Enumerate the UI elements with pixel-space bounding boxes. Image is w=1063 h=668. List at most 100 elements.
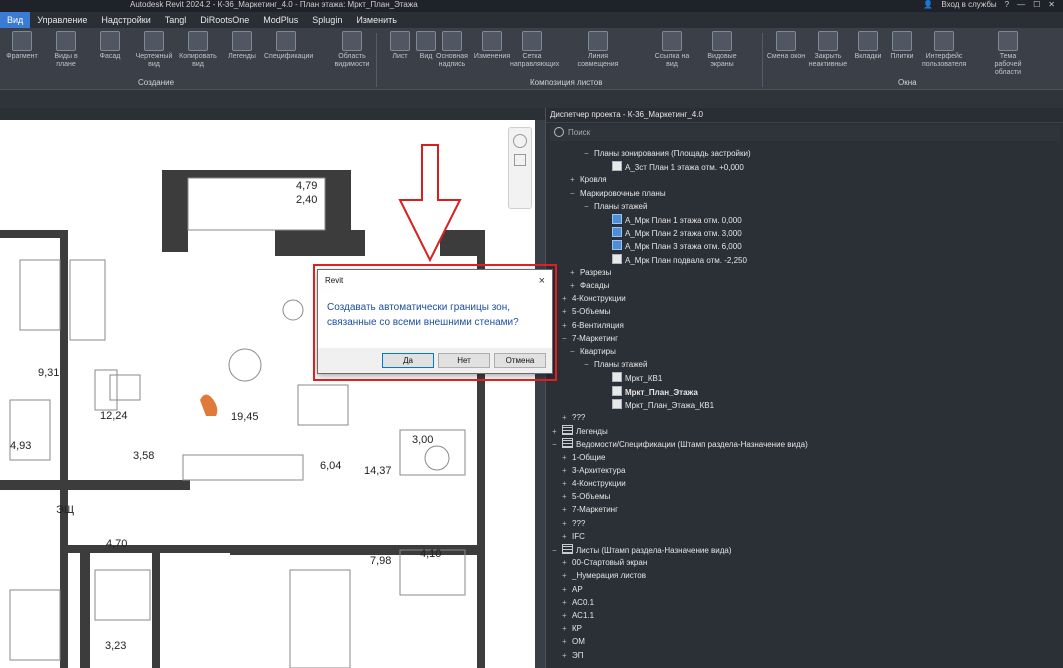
- tree-item[interactable]: −7-Маркетинг: [562, 333, 618, 345]
- collapse-icon[interactable]: −: [570, 188, 580, 199]
- tree-item[interactable]: + Легенды: [552, 425, 608, 437]
- expand-icon[interactable]: +: [562, 570, 572, 581]
- tree-item[interactable]: +3-Архитектура: [562, 465, 625, 477]
- ribbon-tool-15[interactable]: Видовые экраны: [700, 31, 744, 77]
- collapse-icon[interactable]: −: [552, 545, 562, 556]
- tree-item[interactable]: А_Мрк План 1 этажа отм. 0,000: [602, 214, 742, 226]
- expand-icon[interactable]: +: [562, 320, 572, 331]
- ribbon-tool-3[interactable]: Чертежный вид: [132, 31, 176, 77]
- tree-item[interactable]: + Кровля: [570, 174, 607, 186]
- tab-dirootsone[interactable]: DiRootsOne: [193, 12, 256, 28]
- signin-link[interactable]: Вход в службы: [941, 0, 996, 11]
- expand-icon[interactable]: +: [562, 452, 572, 463]
- ribbon-tool-10[interactable]: Основная надпись: [430, 31, 474, 77]
- tree-item[interactable]: Мркт_КВ1: [602, 372, 662, 384]
- tree-item[interactable]: + ОМ: [562, 636, 585, 648]
- tree-item[interactable]: А_3ст План 1 этажа отм. +0,000: [602, 161, 744, 173]
- expand-icon[interactable]: +: [562, 306, 572, 317]
- user-icon[interactable]: 👤: [923, 0, 933, 11]
- tree-item[interactable]: +4-Конструкции: [562, 293, 626, 305]
- tree-item[interactable]: + _Нумерация листов: [562, 570, 646, 582]
- expand-icon[interactable]: +: [562, 478, 572, 489]
- tree-item[interactable]: +6-Вентиляция: [562, 320, 624, 332]
- ribbon-tool-19[interactable]: Плитки: [880, 31, 924, 77]
- tab-modify[interactable]: Изменить: [349, 12, 404, 28]
- expand-icon[interactable]: +: [570, 174, 580, 185]
- expand-icon[interactable]: +: [562, 293, 572, 304]
- ribbon-tool-0[interactable]: Фрагмент: [0, 31, 44, 77]
- ribbon-tool-21[interactable]: Тема рабочей области: [986, 31, 1030, 77]
- zoom-icon[interactable]: [514, 154, 526, 166]
- tree-item[interactable]: А_Мрк План подвала отм. -2,250: [602, 253, 747, 266]
- expand-icon[interactable]: +: [562, 491, 572, 502]
- drawing-canvas[interactable]: 4,79 2,40 9,31 12,24 19,45 4,93 3,58 6,0…: [0, 120, 535, 668]
- expand-icon[interactable]: +: [562, 584, 572, 595]
- tree-item[interactable]: +???: [562, 518, 585, 530]
- ribbon-tool-16[interactable]: Смена окон: [764, 31, 808, 77]
- tree-item[interactable]: + Фасады: [570, 280, 609, 292]
- tree-item[interactable]: +7-Маркетинг: [562, 504, 618, 516]
- collapse-icon[interactable]: −: [562, 333, 572, 344]
- tree-item[interactable]: + IFC: [562, 531, 585, 543]
- collapse-icon[interactable]: −: [584, 359, 594, 370]
- expand-icon[interactable]: +: [562, 531, 572, 542]
- ribbon-tool-12[interactable]: Сетка направляющих: [510, 31, 559, 77]
- tree-item[interactable]: + АР: [562, 584, 583, 596]
- ribbon-tool-14[interactable]: Ссылка на вид: [650, 31, 694, 77]
- collapse-icon[interactable]: −: [552, 439, 562, 450]
- tab-tangl[interactable]: Tangl: [158, 12, 194, 28]
- ribbon-tool-4[interactable]: Копировать вид: [176, 31, 220, 77]
- close-window-icon[interactable]: ✕: [1048, 0, 1055, 11]
- tree-item[interactable]: +4-Конструкции: [562, 478, 626, 490]
- expand-icon[interactable]: +: [562, 518, 572, 529]
- tree-item[interactable]: + АС1.1: [562, 610, 594, 622]
- tree-item[interactable]: + ЭП: [562, 650, 584, 662]
- collapse-icon[interactable]: −: [570, 346, 580, 357]
- ribbon-tool-11[interactable]: Изменения: [470, 31, 514, 77]
- tree-item[interactable]: − Планы этажей: [584, 201, 647, 213]
- expand-icon[interactable]: +: [552, 426, 562, 437]
- tree-item[interactable]: А_Мрк План 2 этажа отм. 3,000: [602, 227, 742, 239]
- expand-icon[interactable]: +: [562, 650, 572, 661]
- tree-item[interactable]: +5-Объемы: [562, 306, 610, 318]
- expand-icon[interactable]: +: [570, 267, 580, 278]
- expand-icon[interactable]: +: [562, 557, 572, 568]
- ribbon-tool-17[interactable]: Закрыть неактивные: [806, 31, 850, 77]
- tab-addins[interactable]: Надстройки: [94, 12, 157, 28]
- navigation-bar[interactable]: [508, 127, 532, 209]
- project-browser-search[interactable]: Поиск: [550, 125, 1060, 141]
- ribbon-tool-13[interactable]: Линия совмещения: [576, 31, 620, 77]
- tab-splugin[interactable]: Splugin: [305, 12, 349, 28]
- minimize-icon[interactable]: —: [1017, 0, 1025, 11]
- tree-item[interactable]: + АС0.1: [562, 597, 594, 609]
- tree-item[interactable]: +???: [562, 412, 585, 424]
- tree-item[interactable]: А_Мрк План 3 этажа отм. 6,000: [602, 240, 742, 252]
- expand-icon[interactable]: +: [562, 412, 572, 423]
- tree-item[interactable]: + КР: [562, 623, 582, 635]
- tree-item[interactable]: Мркт_План_Этажа_КВ1: [602, 398, 714, 411]
- expand-icon[interactable]: +: [562, 623, 572, 634]
- ribbon-tool-6[interactable]: Спецификации: [264, 31, 313, 77]
- expand-icon[interactable]: +: [562, 636, 572, 647]
- tree-item[interactable]: +1-Общие: [562, 452, 605, 464]
- ribbon-tool-7[interactable]: Область видимости: [330, 31, 374, 77]
- tab-manage[interactable]: Управление: [30, 12, 94, 28]
- expand-icon[interactable]: +: [570, 280, 580, 291]
- tree-item[interactable]: − Маркировочные планы: [570, 188, 666, 200]
- tab-modplus[interactable]: ModPlus: [256, 12, 305, 28]
- maximize-icon[interactable]: ☐: [1033, 0, 1040, 11]
- ribbon-tool-5[interactable]: Легенды: [220, 31, 264, 77]
- expand-icon[interactable]: +: [562, 610, 572, 621]
- ribbon-tool-20[interactable]: Интерфейс пользователя: [922, 31, 966, 77]
- vertical-scrollbar[interactable]: [535, 120, 545, 668]
- tree-item[interactable]: − Ведомости/Спецификации (Штамп раздела-Н…: [552, 438, 808, 450]
- tree-item[interactable]: − Листы (Штамп раздела-Назначение вида): [552, 544, 732, 556]
- ribbon-tool-1[interactable]: Виды в плане: [44, 31, 88, 77]
- expand-icon[interactable]: +: [562, 504, 572, 515]
- collapse-icon[interactable]: −: [584, 148, 594, 159]
- help-icon[interactable]: ?: [1005, 0, 1009, 11]
- tree-item[interactable]: − Квартиры: [570, 346, 616, 358]
- tree-item[interactable]: +5-Объемы: [562, 491, 610, 503]
- ribbon-tool-2[interactable]: Фасад: [88, 31, 132, 77]
- expand-icon[interactable]: +: [562, 465, 572, 476]
